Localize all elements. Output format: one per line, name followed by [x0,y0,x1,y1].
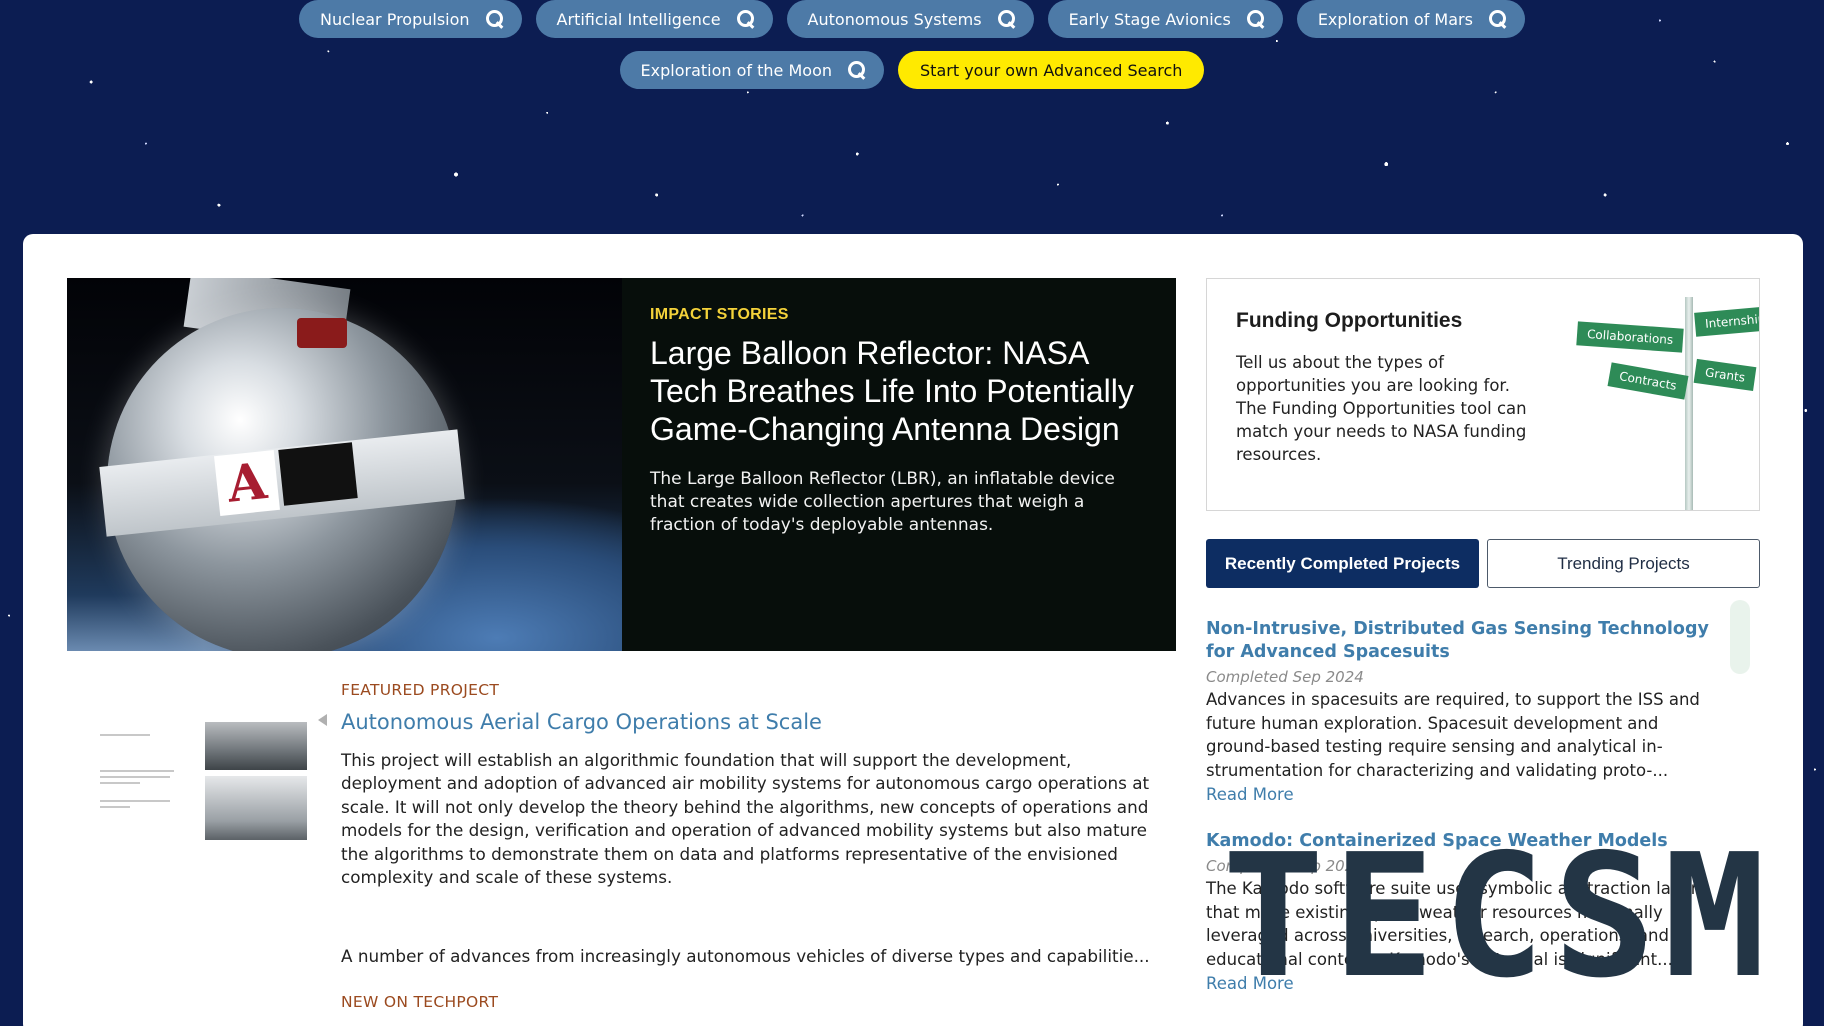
tecsm-watermark: TECSM [1222,828,1774,1006]
signpost-illustration: Collaborations Internships Contracts Gra… [1567,289,1759,510]
topic-pill-label: Artificial Intelligence [556,9,721,29]
project-list-item: Non-Intrusive, Distributed Gas Sensing T… [1206,618,1726,804]
advanced-search-button[interactable]: Start your own Advanced Search [898,51,1205,89]
funding-title: Funding Opportunities [1236,309,1463,332]
topic-pill-exploration-of-the-moon[interactable]: Exploration of the Moon [619,51,885,89]
freefall-logo [278,442,358,506]
sign-contracts: Contracts [1607,362,1689,400]
topic-pill-label: Nuclear Propulsion [320,9,470,29]
search-icon [1246,10,1265,28]
featured-eyebrow: FEATURED PROJECT [341,681,500,699]
search-icon [1488,10,1507,28]
project-description: Advances in spacesuits are required, to … [1206,690,1700,780]
sign-internships: Internships [1694,305,1759,337]
sign-collaborations: Collaborations [1576,321,1684,353]
project-completed-date: Completed Sep 2024 [1206,668,1364,686]
funding-opportunities-card[interactable]: Funding Opportunities Tell us about the … [1206,278,1760,511]
arizona-logo: A [214,450,280,516]
project-title-link[interactable]: Non-Intrusive, Distributed Gas Sensing T… [1206,618,1726,664]
topic-pill-label: Exploration of Mars [1317,9,1473,29]
search-icon [736,10,755,28]
read-more-link[interactable]: Read More [1206,785,1726,804]
hero-text: IMPACT STORIES Large Balloon Reflector: … [650,306,1150,537]
search-icon [485,10,504,28]
sign-grants: Grants [1693,358,1757,392]
tab-trending-projects[interactable]: Trending Projects [1487,539,1760,588]
document-thumbnail[interactable] [96,722,186,842]
topic-pill-nuclear-propulsion[interactable]: Nuclear Propulsion [299,0,522,38]
hero-image-cap [297,318,347,348]
hero-eyebrow: IMPACT STORIES [650,306,789,323]
topic-pill-label: Early Stage Avionics [1068,9,1231,29]
search-icon [997,10,1016,28]
featured-description: This project will establish an algorithm… [341,750,1150,888]
topic-pill-label: Autonomous Systems [807,9,982,29]
hero-story[interactable]: A IMPACT STORIES Large Balloon Reflector… [67,278,1176,651]
featured-project: FEATURED PROJECT Autonomous Aerial Cargo… [341,681,1176,1011]
search-icon [848,61,866,79]
city-photo-thumbnail[interactable] [205,722,307,770]
drone-photo-thumbnail[interactable] [205,776,307,840]
project-list-scrollbar[interactable] [1730,600,1750,674]
carousel-prev-arrow-icon[interactable] [318,714,327,726]
advanced-search-label: Start your own Advanced Search [920,60,1183,80]
tab-recently-completed-projects[interactable]: Recently Completed Projects [1206,539,1479,588]
topic-pill-artificial-intelligence[interactable]: Artificial Intelligence [535,0,773,38]
new-on-techport-heading: NEW ON TECHPORT [341,993,499,1012]
signpost-pole [1685,297,1693,510]
hero-image-balloon: A [67,278,622,651]
topic-pill-autonomous-systems[interactable]: Autonomous Systems [786,0,1034,38]
topic-pills-row-2: Exploration of the Moon Start your own A… [0,51,1824,89]
topic-pill-exploration-of-mars[interactable]: Exploration of Mars [1296,0,1525,38]
topic-pill-label: Exploration of the Moon [640,60,833,80]
funding-description: Tell us about the types of opportunities… [1236,353,1527,464]
featured-extra-text: A number of advances from increasingly a… [341,946,1150,967]
topic-pill-early-stage-avionics[interactable]: Early Stage Avionics [1047,0,1283,38]
hero-description: The Large Balloon Reflector (LBR), an in… [650,469,1115,535]
topic-pills-row-1: Nuclear Propulsion Artificial Intelligen… [0,0,1824,38]
featured-title-link[interactable]: Autonomous Aerial Cargo Operations at Sc… [341,710,1176,734]
hero-title[interactable]: Large Balloon Reflector: NASA Tech Breat… [650,334,1150,448]
